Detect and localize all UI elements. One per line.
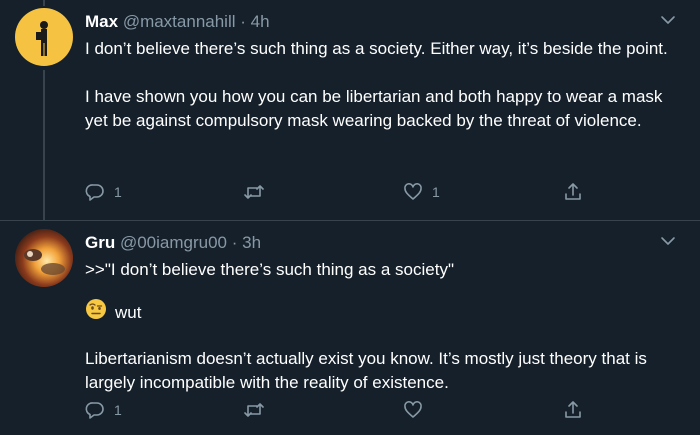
retweet-icon — [243, 182, 265, 202]
raised-eyebrow-emoji — [85, 298, 107, 327]
tweet-header: Max @maxtannahill · 4h — [85, 11, 670, 33]
tweet-paragraph: I don’t believe there’s such thing as a … — [85, 39, 668, 58]
reply-button[interactable]: 1 — [85, 398, 122, 422]
avatar-gru[interactable] — [15, 229, 73, 287]
tweet-gru[interactable]: Gru @00iamgru00 · 3h >>"I don’t believe … — [0, 220, 700, 435]
chevron-down-icon[interactable] — [658, 231, 678, 251]
share-icon — [563, 182, 583, 202]
emoji-line: wut — [85, 298, 670, 327]
thread-line-top — [43, 0, 45, 6]
avatar-max[interactable] — [15, 8, 73, 66]
retweet-button[interactable] — [243, 398, 274, 422]
tweet-header: Gru @00iamgru00 · 3h — [85, 232, 670, 254]
chevron-down-icon[interactable] — [658, 10, 678, 30]
emoji-text: wut — [115, 302, 142, 322]
user-handle[interactable]: @00iamgru00 — [120, 233, 227, 252]
share-button[interactable] — [563, 398, 583, 422]
reply-button[interactable]: 1 — [85, 180, 122, 204]
timestamp[interactable]: 4h — [251, 12, 270, 31]
tweet-max[interactable]: Max @maxtannahill · 4h I don’t believe t… — [0, 0, 700, 220]
reply-count: 1 — [114, 184, 122, 200]
tweet-paragraph: I have shown you how you can be libertar… — [85, 87, 663, 130]
thread-line — [43, 70, 45, 220]
share-icon — [563, 400, 583, 420]
tweet-paragraph: Libertarianism doesn’t actually exist yo… — [85, 349, 647, 392]
quoted-line: >>"I don’t believe there’s such thing as… — [85, 260, 454, 279]
tweet-text: >>"I don’t believe there’s such thing as… — [85, 258, 670, 395]
separator-dot: · — [231, 233, 238, 252]
display-name[interactable]: Max — [85, 12, 118, 31]
reply-count: 1 — [114, 402, 122, 418]
reply-icon — [85, 400, 105, 420]
retweet-icon — [243, 400, 265, 420]
tweet-text: I don’t believe there’s such thing as a … — [85, 37, 670, 133]
user-handle[interactable]: @maxtannahill — [123, 12, 236, 31]
like-count: 1 — [432, 184, 440, 200]
tweet-actions: 1 1 — [85, 180, 595, 204]
like-icon — [403, 400, 423, 420]
like-icon — [403, 182, 423, 202]
reply-icon — [85, 182, 105, 202]
separator-dot: · — [240, 12, 246, 31]
share-button[interactable] — [563, 180, 583, 204]
retweet-button[interactable] — [243, 180, 274, 204]
tweet-actions: 1 — [85, 398, 595, 422]
like-button[interactable]: 1 — [403, 180, 440, 204]
display-name[interactable]: Gru — [85, 233, 115, 252]
like-button[interactable] — [403, 398, 432, 422]
timestamp[interactable]: 3h — [242, 233, 261, 252]
